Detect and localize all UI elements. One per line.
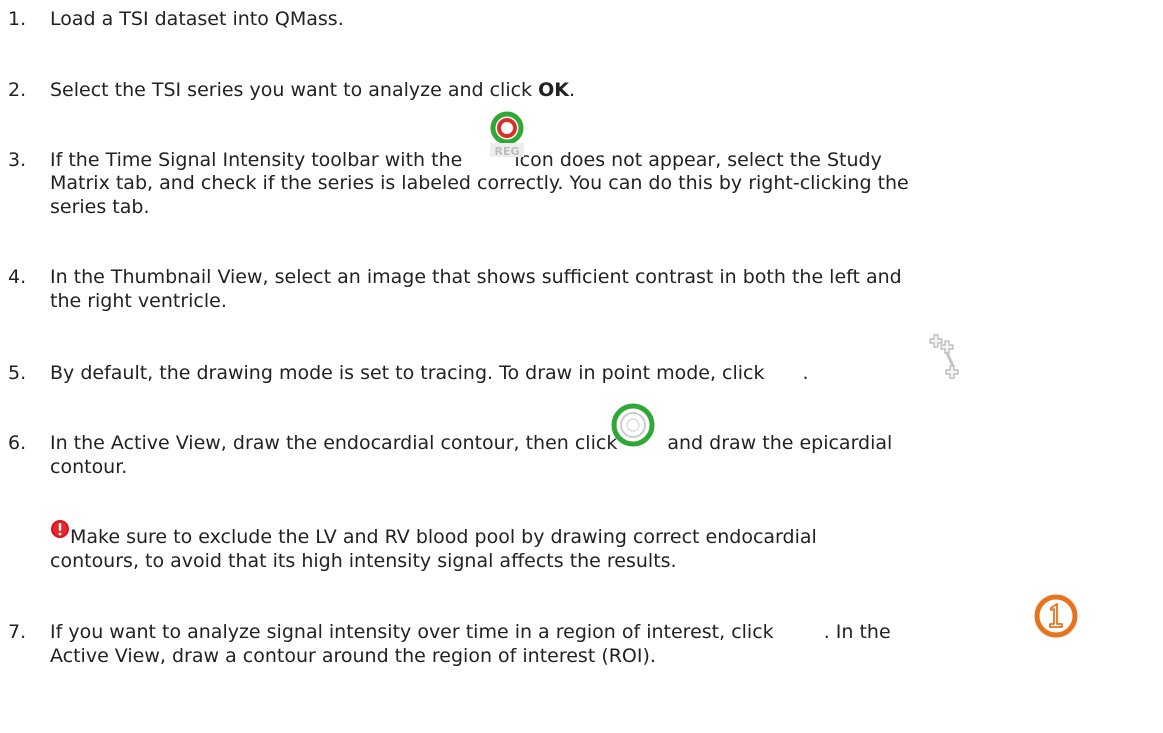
step-4-line-1: In the Thumbnail View, select an image t… xyxy=(50,266,902,288)
warning-icon xyxy=(51,520,69,538)
note-line-1: Make sure to exclude the LV and RV blood… xyxy=(70,526,817,548)
step-4-number: 4. xyxy=(8,266,27,288)
epicardial-contour-icon xyxy=(611,403,655,447)
svg-text:REG: REG xyxy=(494,145,519,158)
roi-1-icon xyxy=(1034,594,1078,638)
step-2-number: 2. xyxy=(8,79,27,101)
step-4-line-2: the right ventricle. xyxy=(50,290,227,312)
step-2-text: Select the TSI series you want to analyz… xyxy=(50,79,576,101)
step-7-number: 7. xyxy=(8,621,27,643)
note-line-2: contours, to avoid that its high intensi… xyxy=(50,550,677,572)
ok-label: OK xyxy=(538,79,569,101)
step-7-line-1: If you want to analyze signal intensity … xyxy=(50,621,891,643)
step-3-number: 3. xyxy=(8,149,27,171)
step-3-line-2: Matrix tab, and check if the series is l… xyxy=(50,172,909,194)
step-5-number: 5. xyxy=(8,362,27,384)
step-5-text: By default, the drawing mode is set to t… xyxy=(50,362,809,384)
reg-toolbar-icon: REG xyxy=(490,111,524,158)
step-3-line-1: If the Time Signal Intensity toolbar wit… xyxy=(50,149,882,171)
point-mode-icon xyxy=(929,334,959,379)
step-6-line-2: contour. xyxy=(50,456,128,478)
step-6-line-1: In the Active View, draw the endocardial… xyxy=(50,432,893,454)
step-3-line-3: series tab. xyxy=(50,196,150,218)
step-7-line-2: Active View, draw a contour around the r… xyxy=(50,645,656,667)
step-6-number: 6. xyxy=(8,432,27,454)
step-1-number: 1. xyxy=(8,8,27,30)
step-1-text: Load a TSI dataset into QMass. xyxy=(50,8,344,30)
